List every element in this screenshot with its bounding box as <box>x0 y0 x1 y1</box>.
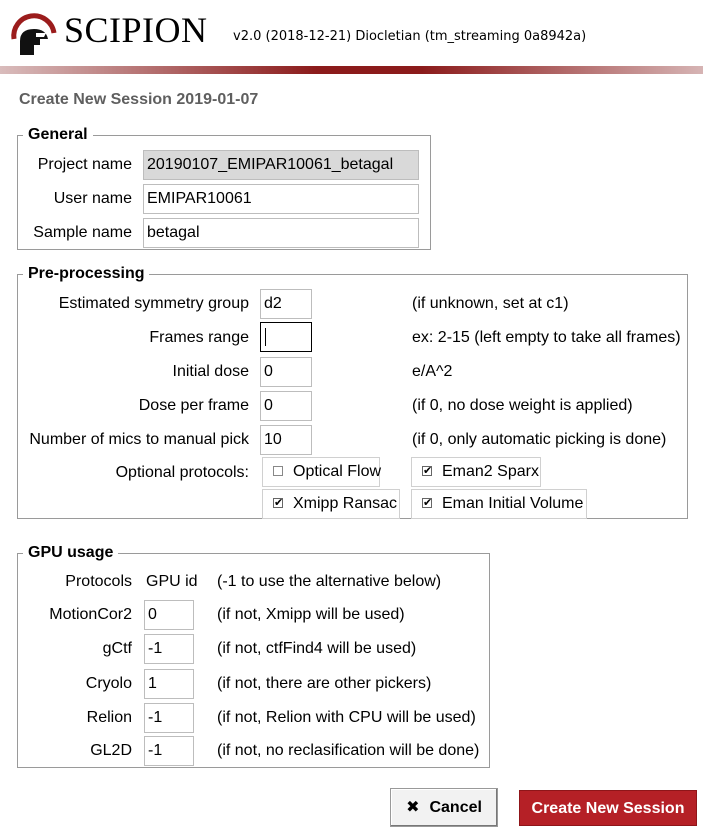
user-name-label: User name <box>53 190 132 207</box>
gpu-row-protocol: gCtf <box>102 640 132 657</box>
dose-per-frame-field[interactable]: 0 <box>260 391 312 421</box>
symmetry-label: Estimated symmetry group <box>58 295 249 312</box>
xmipp-ransac-checkbox[interactable]: ✔ Xmipp Ransac <box>262 489 400 519</box>
project-name-field[interactable]: 20190107_EMIPAR10061_betagal <box>143 150 419 180</box>
brand-title: SCIPION <box>64 10 208 50</box>
protocols-column-header: Protocols <box>65 573 132 590</box>
text-caret <box>265 327 266 346</box>
symmetry-hint: (if unknown, set at c1) <box>412 295 569 312</box>
gpu-row-note: (if not, there are other pickers) <box>217 675 432 692</box>
manual-pick-hint: (if 0, only automatic picking is done) <box>412 431 667 448</box>
manual-pick-field[interactable]: 10 <box>260 425 312 455</box>
create-session-button[interactable]: Create New Session <box>519 790 697 826</box>
general-frame-title: General <box>23 126 93 144</box>
gpu-id-field-gl2d[interactable]: -1 <box>144 736 194 766</box>
checkmark-icon: ✔ <box>422 497 433 509</box>
sample-name-label: Sample name <box>33 224 132 241</box>
dose-per-frame-hint: (if 0, no dose weight is applied) <box>412 397 633 414</box>
gpu-frame-title: GPU usage <box>23 544 119 562</box>
eman2-sparx-label: Eman2 Sparx <box>442 463 539 480</box>
gpu-row-protocol: GL2D <box>90 742 132 759</box>
page-title: Create New Session 2019-01-07 <box>19 91 259 108</box>
scipion-logo-icon <box>11 13 57 55</box>
checkmark-icon: ✔ <box>273 497 284 509</box>
optional-protocols-label: Optional protocols: <box>115 464 249 481</box>
frames-range-hint: ex: 2-15 (left empty to take all frames) <box>412 329 681 346</box>
symmetry-field[interactable]: d2 <box>260 289 312 319</box>
cancel-button[interactable]: ✖ Cancel <box>390 788 498 827</box>
gpu-id-column-header: GPU id <box>146 573 198 590</box>
preprocessing-frame-title: Pre-processing <box>23 265 150 283</box>
initial-dose-field[interactable]: 0 <box>260 357 312 387</box>
initial-dose-hint: e/A^2 <box>412 363 453 380</box>
unchecked-box-icon <box>273 466 283 476</box>
frames-range-field[interactable] <box>260 322 312 352</box>
gpu-row-note: (if not, ctfFind4 will be used) <box>217 640 417 657</box>
project-name-label: Project name <box>37 156 132 173</box>
optical-flow-label: Optical Flow <box>293 463 382 480</box>
xmipp-ransac-label: Xmipp Ransac <box>293 495 398 512</box>
optical-flow-checkbox[interactable]: Optical Flow <box>262 457 382 487</box>
gpu-row-protocol: MotionCor2 <box>49 606 132 623</box>
initial-dose-label: Initial dose <box>172 363 250 380</box>
gpu-id-field-gctf[interactable]: -1 <box>144 634 194 664</box>
user-name-field[interactable]: EMIPAR10061 <box>143 184 419 214</box>
gpu-row-note: (if not, Xmipp will be used) <box>217 606 405 623</box>
gpu-id-field-relion[interactable]: -1 <box>144 703 194 733</box>
header-divider <box>0 66 703 74</box>
gpu-row-note: (if not, no reclasification will be done… <box>217 742 480 759</box>
eman-initial-volume-checkbox[interactable]: ✔ Eman Initial Volume <box>411 489 587 519</box>
close-icon: ✖ <box>406 799 420 816</box>
eman-initial-volume-label: Eman Initial Volume <box>442 495 584 512</box>
gpu-row-protocol: Cryolo <box>85 675 132 692</box>
manual-pick-label: Number of mics to manual pick <box>29 431 249 448</box>
gpu-row-protocol: Relion <box>86 709 132 726</box>
eman2-sparx-checkbox[interactable]: ✔ Eman2 Sparx <box>411 457 541 487</box>
gpu-row-note: (if not, Relion with CPU will be used) <box>217 709 476 726</box>
cancel-label: Cancel <box>429 799 482 816</box>
sample-name-field[interactable]: betagal <box>143 218 419 248</box>
version-text: v2.0 (2018-12-21) Diocletian (tm_streami… <box>233 29 587 44</box>
gpu-note-column-header: (-1 to use the alternative below) <box>217 573 442 590</box>
frames-range-label: Frames range <box>149 329 249 346</box>
dose-per-frame-label: Dose per frame <box>138 397 249 414</box>
gpu-id-field-motioncor2[interactable]: 0 <box>144 600 194 630</box>
gpu-id-field-cryolo[interactable]: 1 <box>144 669 194 699</box>
checkmark-icon: ✔ <box>422 465 433 477</box>
